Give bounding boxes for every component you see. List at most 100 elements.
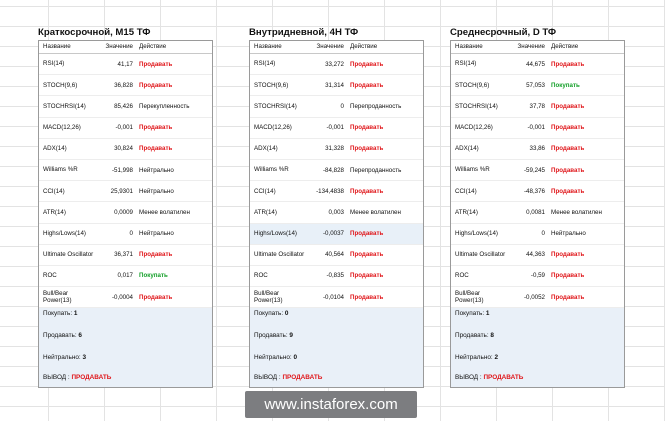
indicator-value: 0,017: [117, 272, 133, 280]
summary-neutral: Нейтрально: 0: [254, 354, 298, 362]
indicator-value: 31,328: [325, 145, 344, 153]
summary-sell: Продавать: 6: [43, 332, 82, 340]
indicator-name: ATR(14): [254, 208, 277, 216]
table-row[interactable]: Ultimate Oscillator 40,564 Продавать: [250, 245, 423, 266]
table-row[interactable]: ROC -0,835 Продавать: [250, 266, 423, 288]
table-row[interactable]: ADX(14) 31,328 Продавать: [250, 139, 423, 160]
table-row[interactable]: ATR(14) 0,0009 Менее волатилен: [39, 202, 212, 224]
summary-neutral: Нейтрально: 3: [43, 354, 87, 362]
table-row[interactable]: RSI(14) 44,675 Продавать: [451, 54, 624, 76]
indicator-value: -0,0037: [323, 230, 344, 238]
table-row[interactable]: Highs/Lows(14) 0 Нейтрально: [451, 224, 624, 245]
indicator-name: RSI(14): [43, 60, 65, 68]
table-row[interactable]: Ultimate Oscillator 36,371 Продавать: [39, 245, 212, 266]
table-row[interactable]: CCI(14) -134,4838 Продавать: [250, 181, 423, 203]
indicator-action: Продавать: [139, 60, 173, 68]
indicator-name: STOCH(9,6): [455, 81, 490, 89]
indicator-value: 25,9301: [110, 187, 133, 195]
summary-sell: Продавать: 9: [254, 332, 293, 340]
indicator-value: 37,78: [529, 102, 545, 110]
table-row[interactable]: RSI(14) 41,17 Продавать: [39, 54, 212, 76]
indicator-value: -0,0004: [112, 293, 133, 301]
indicator-value: 44,363: [526, 251, 545, 259]
indicator-value: -0,59: [530, 272, 545, 280]
indicator-value: 33,86: [529, 145, 545, 153]
indicator-value: 0: [541, 230, 545, 238]
indicator-action: Перепроданность: [350, 102, 402, 110]
indicator-name: ADX(14): [455, 145, 479, 153]
indicator-action: Продавать: [551, 102, 585, 110]
watermark-banner: www.instaforex.com: [245, 391, 417, 418]
table-row[interactable]: STOCHRSI(14) 37,78 Продавать: [451, 96, 624, 118]
indicator-name: ADX(14): [43, 145, 67, 153]
table-row[interactable]: Williams %R -59,245 Продавать: [451, 160, 624, 182]
table-header: Название Значение Действие: [39, 41, 212, 54]
indicator-value: 85,426: [114, 102, 133, 110]
indicator-value: 0: [340, 102, 344, 110]
table-row[interactable]: Williams %R -84,828 Перепроданность: [250, 160, 423, 182]
table-row[interactable]: Bull/Bear Power(13) -0,0052 Продавать: [451, 287, 624, 309]
indicator-value: 36,828: [114, 81, 133, 89]
indicator-value: 44,675: [526, 60, 545, 68]
table-row[interactable]: Ultimate Oscillator 44,363 Продавать: [451, 245, 624, 266]
indicator-value: -0,0104: [323, 293, 344, 301]
indicator-name: ATR(14): [455, 208, 478, 216]
panel-title: Краткосрочной, M15 ТФ: [38, 27, 151, 38]
table-row[interactable]: MACD(12,26) -0,001 Продавать: [451, 118, 624, 139]
table-row[interactable]: STOCH(9,6) 57,053 Покупать: [451, 75, 624, 97]
table-row[interactable]: Williams %R -51,998 Нейтрально: [39, 160, 212, 182]
indicator-panel: Среднесрочный, D ТФ Название Значение Де…: [450, 26, 625, 389]
table-row[interactable]: STOCHRSI(14) 0 Перепроданность: [250, 96, 423, 118]
indicator-action: Продавать: [551, 272, 585, 280]
table-row[interactable]: Bull/Bear Power(13) -0,0104 Продавать: [250, 287, 423, 309]
indicator-value: 0: [129, 230, 133, 238]
indicator-value: -0,0052: [524, 293, 545, 301]
summary-buy: Покупать: 1: [43, 310, 78, 318]
indicator-value: 33,272: [325, 60, 344, 68]
indicator-name: MACD(12,26): [43, 123, 81, 131]
summary-block: Покупать: 1 Продавать: 6 Нейтрально: 3 В…: [39, 308, 212, 388]
summary-block: Покупать: 1 Продавать: 8 Нейтрально: 2 В…: [451, 308, 624, 388]
table-row[interactable]: CCI(14) 25,9301 Нейтрально: [39, 181, 212, 203]
table-row[interactable]: ATR(14) 0,0081 Менее волатилен: [451, 202, 624, 224]
indicator-name: Williams %R: [43, 166, 78, 174]
table-row[interactable]: Bull/Bear Power(13) -0,0004 Продавать: [39, 287, 212, 309]
indicator-action: Продавать: [139, 124, 173, 132]
table-row[interactable]: ATR(14) 0,003 Менее волатилен: [250, 202, 423, 224]
table-row[interactable]: RSI(14) 33,272 Продавать: [250, 54, 423, 76]
indicator-action: Менее волатилен: [551, 208, 602, 216]
table-row[interactable]: CCI(14) -48,376 Продавать: [451, 181, 624, 203]
indicator-value: -0,001: [326, 124, 344, 132]
indicator-value: 0,0081: [526, 208, 545, 216]
indicator-name: Bull/Bear Power(13): [43, 289, 72, 305]
indicator-value: 0,003: [328, 208, 344, 216]
table-row[interactable]: STOCH(9,6) 36,828 Продавать: [39, 75, 212, 97]
indicator-action: Продавать: [139, 251, 173, 259]
indicator-value: -59,245: [524, 166, 545, 174]
header-name: Название: [254, 43, 282, 50]
table-row[interactable]: ROC -0,59 Продавать: [451, 266, 624, 288]
table-row[interactable]: ADX(14) 30,824 Продавать: [39, 139, 212, 160]
table-row[interactable]: STOCHRSI(14) 85,426 Перекупленность: [39, 96, 212, 118]
indicator-name: Ultimate Oscillator: [43, 251, 94, 259]
header-value: Значение: [517, 43, 545, 50]
indicator-value: -0,835: [326, 272, 344, 280]
indicator-name: RSI(14): [254, 60, 276, 68]
table-row[interactable]: Highs/Lows(14) -0,0037 Продавать: [250, 223, 423, 245]
indicator-action: Продавать: [139, 81, 173, 89]
indicator-name: CCI(14): [455, 187, 477, 195]
table-row[interactable]: ADX(14) 33,86 Продавать: [451, 139, 624, 160]
indicator-panel: Внутридневной, 4H ТФ Название Значение Д…: [249, 26, 424, 389]
indicator-name: Highs/Lows(14): [43, 229, 86, 237]
indicator-action: Менее волатилен: [139, 208, 190, 216]
header-value: Значение: [316, 43, 344, 50]
indicator-name: Highs/Lows(14): [455, 229, 498, 237]
indicator-table: Название Значение Действие RSI(14) 44,67…: [450, 40, 625, 389]
indicator-name: STOCH(9,6): [254, 81, 289, 89]
table-row[interactable]: MACD(12,26) -0,001 Продавать: [39, 118, 212, 139]
table-row[interactable]: Highs/Lows(14) 0 Нейтрально: [39, 224, 212, 245]
header-name: Название: [43, 43, 71, 50]
table-row[interactable]: STOCH(9,6) 31,314 Продавать: [250, 75, 423, 97]
table-row[interactable]: MACD(12,26) -0,001 Продавать: [250, 118, 423, 139]
table-row[interactable]: ROC 0,017 Покупать: [39, 266, 212, 288]
